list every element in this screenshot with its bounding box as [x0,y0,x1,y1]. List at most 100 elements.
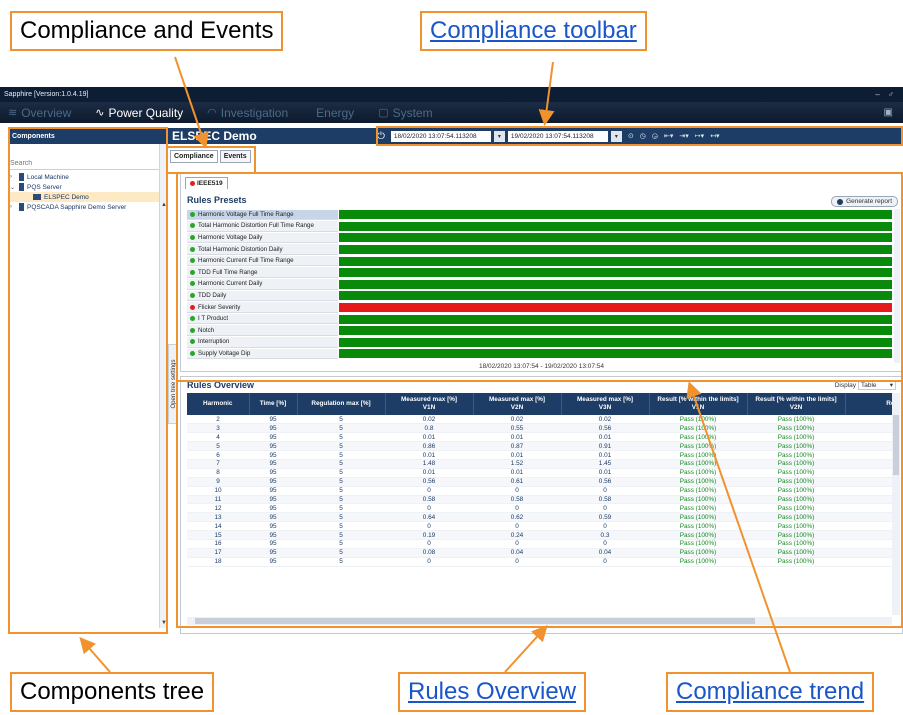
table-row[interactable]: 4 95 5 0.01 0.01 0.01 Pass (100%) Pass (100%) [187,432,892,443]
menu-item-power-quality[interactable]: ∿ Power Quality [95,106,183,120]
table-row[interactable]: 18 95 5 0 0 0 Pass (100%) Pass (100%) [187,557,892,567]
compliance-bar[interactable] [339,279,892,289]
shift-left-icon[interactable]: ↦▾ [695,132,704,140]
generate-report-button[interactable]: Generate report [831,196,898,207]
compliance-bar[interactable] [339,314,892,324]
table-cell: 5 [297,530,385,540]
zoom-out-icon[interactable]: ⇥▾ [679,132,688,140]
preset-row[interactable]: Harmonic Current Full Time Range [187,255,892,267]
date-from-dropdown[interactable]: ▾ [493,130,505,142]
compliance-bar[interactable] [339,326,892,336]
preset-row[interactable]: Harmonic Current Daily [187,279,892,291]
column-header[interactable]: Result [% within the limits] V2N [747,393,846,415]
date-from-field[interactable]: 18/02/2020 13:07:54.113208 [390,130,491,142]
tree-item[interactable]: › PQSCADA Sapphire Demo Server [8,202,167,212]
table-row[interactable]: 3 95 5 0.8 0.55 0.56 Pass (100%) Pass (100%) [187,423,892,434]
table-row[interactable]: 11 95 5 0.58 0.58 0.58 Pass (100%) Pass (100%) [187,495,892,505]
compliance-bar[interactable] [339,245,892,255]
callout-rules-overview[interactable]: Rules Overview [398,672,587,712]
preset-row[interactable]: Total Harmonic Distortion Daily [187,244,892,256]
preset-row[interactable]: TDD Daily [187,290,892,302]
compliance-bar[interactable] [339,349,892,359]
preset-row[interactable]: Harmonic Voltage Full Time Range [187,209,892,221]
preset-row[interactable]: Total Harmonic Distortion Full Time Rang… [187,221,892,233]
table-row[interactable]: 8 95 5 0.01 0.01 0.01 Pass (100%) Pass (100%) [187,468,892,478]
clock-back-icon[interactable]: ◶ [652,132,658,140]
callout-compliance-trend[interactable]: Compliance trend [666,672,875,712]
table-row[interactable]: 6 95 5 0.01 0.01 0.01 Pass (100%) Pass (100%) [187,450,892,460]
clock-icon[interactable]: ◷ [640,132,646,140]
table-horizontal-scrollbar[interactable] [187,617,892,625]
search-input[interactable] [10,160,150,167]
preset-row[interactable]: Interruption [187,337,892,349]
column-header[interactable]: Measured max [%] V1N [385,393,474,415]
column-header[interactable]: Regulation max [%] [297,393,386,415]
compliance-bar[interactable] [339,291,892,301]
column-header[interactable]: Measured max [%] V2N [473,393,562,415]
tab-compliance[interactable]: Compliance [170,150,218,163]
window-controls[interactable]: – ♂ [875,90,903,99]
tab-events[interactable]: Events [219,150,251,163]
compliance-bar[interactable] [339,221,892,231]
menu-item-energy[interactable]: Energy [312,106,354,120]
compliance-bar[interactable] [339,337,892,347]
tree-item[interactable]: › Local Machine [8,172,167,182]
play-icon[interactable]: ⊙ [628,132,634,140]
table-row[interactable]: 16 95 5 0 0 0 Pass (100%) Pass (100%) [187,539,892,549]
date-to-dropdown[interactable]: ▾ [610,130,622,142]
table-row[interactable]: 13 95 5 0.64 0.62 0.59 Pass (100%) Pass (100%) [187,512,892,523]
table-header-row: Harmonic Time [%] Regulation max [%] Measur… [187,393,892,415]
preset-row[interactable]: Notch [187,325,892,337]
table-row[interactable]: 9 95 5 0.56 0.61 0.56 Pass (100%) Pass (100%) [187,477,892,487]
preset-row[interactable]: Flicker Severity [187,302,892,314]
compliance-bar[interactable] [339,233,892,243]
compliance-bar[interactable] [339,268,892,278]
scroll-up-icon[interactable]: ▲ [161,202,167,208]
table-row[interactable]: 5 95 5 0.86 0.87 0.91 Pass (100%) Pass (100%) [187,441,892,452]
table-row[interactable]: 2 95 5 0.02 0.02 0.02 Pass (100%) Pass (100%) [187,415,892,425]
preset-row[interactable]: I T Product [187,313,892,325]
table-row[interactable]: 12 95 5 0 0 0 Pass (100%) Pass (100%) [187,503,892,514]
trend-scrollbar[interactable] [894,209,900,363]
tree-expand-icon[interactable]: ⌄ [10,184,16,191]
display-select[interactable]: Table ▾ [858,380,896,390]
table-row[interactable]: 10 95 5 0 0 0 Pass (100%) Pass (100%) [187,486,892,496]
table-cell: 17 [187,548,249,558]
tree-expand-icon[interactable]: › [10,204,16,210]
column-header[interactable]: Measured max [%] V3N [561,393,650,415]
table-row[interactable]: 17 95 5 0.08 0.04 0.04 Pass (100%) Pass (100%) [187,548,892,558]
tree-expand-icon[interactable]: › [10,174,16,180]
generate-report-label: Generate report [846,198,892,205]
column-header[interactable]: Result [% within the limits] V1N [649,393,748,415]
shift-right-icon[interactable]: ↤▾ [710,132,719,140]
callout-compliance-toolbar[interactable]: Compliance toolbar [420,11,647,51]
column-header[interactable]: Harmonic [187,393,250,415]
table-row[interactable]: 15 95 5 0.19 0.24 0.3 Pass (100%) Pass (100%) [187,530,892,540]
menu-item-overview[interactable]: ≋ Overview [8,106,71,120]
table-row[interactable]: 7 95 5 1.48 1.52 1.45 Pass (100%) Pass (100%) [187,459,892,469]
column-header[interactable]: Result [845,393,892,415]
table-cell: 0 [473,557,561,567]
date-to-field[interactable]: 19/02/2020 13:07:54.113208 [507,130,608,142]
column-header[interactable]: Time [%] [249,393,298,415]
table-row[interactable]: 14 95 5 0 0 0 Pass (100%) Pass (100%) [187,521,892,532]
tree-item[interactable]: ELSPEC Demo [8,192,167,202]
sidebar-scrollbar[interactable]: ▲ ▼ [159,144,167,628]
compliance-bar[interactable] [339,303,892,313]
scroll-down-icon[interactable]: ▼ [161,620,167,626]
menu-item-investigation[interactable]: ◠ Investigation [207,106,288,120]
components-search[interactable] [8,158,167,170]
table-vertical-scrollbar[interactable] [892,393,900,615]
compliance-bar[interactable] [339,210,892,220]
preset-row[interactable]: Harmonic Voltage Daily [187,232,892,244]
standard-tab-ieee519[interactable]: IEEE519 [185,177,228,189]
compliance-bar[interactable] [339,256,892,266]
preset-row[interactable]: Supply Voltage Dip [187,348,892,360]
tree-item[interactable]: ⌄ PQS Server [8,182,167,192]
refresh-timer-icon[interactable]: ⏻ [377,131,385,142]
menu-item-system[interactable]: ▢ System [378,106,432,120]
user-icon[interactable]: ▣ [884,107,903,118]
zoom-in-icon[interactable]: ⇤▾ [664,132,673,140]
table-cell: 12 [187,503,249,514]
preset-row[interactable]: TDD Full Time Range [187,267,892,279]
